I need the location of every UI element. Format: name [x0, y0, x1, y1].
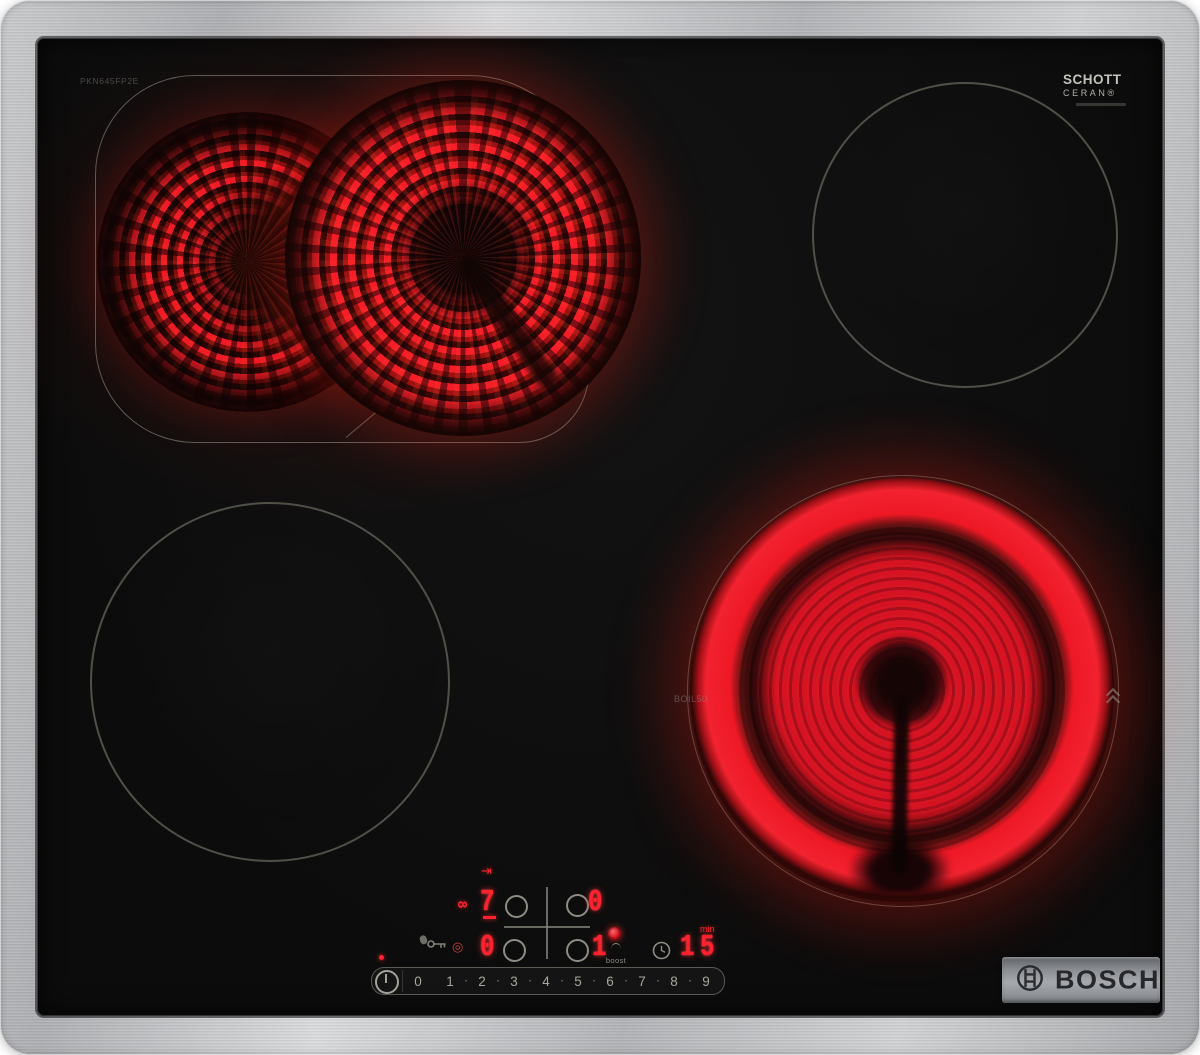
zone-selector-cross-horizontal — [504, 926, 590, 928]
key-lock-icon — [418, 934, 448, 955]
glass-brand-logo: SCHOTT CERAN® — [1063, 73, 1143, 106]
brand-badge: BOSCH — [1002, 957, 1160, 1003]
dual-zone-icon: 8 — [455, 900, 471, 909]
chevron-mark-icon — [1105, 687, 1121, 710]
surface-watermark: BOIL50 — [674, 694, 708, 704]
slider-level: 4 — [542, 974, 550, 989]
boost-arc-icon — [611, 943, 621, 949]
zone-outline-front-left — [90, 502, 450, 862]
boost-indicator-icon — [608, 927, 621, 940]
slider-level: 3 — [510, 974, 518, 989]
slider-dot: · — [560, 973, 564, 987]
dual-circuit-icon: ◎ — [452, 939, 464, 954]
display-rear-left: 7 — [480, 885, 495, 920]
model-number-print: PKN645FP2E — [80, 76, 139, 86]
slider-dot: · — [528, 973, 532, 987]
slider-dot: · — [688, 973, 692, 987]
display-rear-right: 0 — [588, 885, 603, 920]
slider-level: 6 — [606, 974, 614, 989]
extend-zone-icon: ⇥ — [481, 863, 492, 878]
timer-clock-icon — [652, 941, 671, 965]
brand-wordmark: BOSCH — [1055, 965, 1161, 994]
slider-level: 9 — [702, 974, 710, 989]
slider-dot: · — [496, 973, 500, 987]
display-front-left: 0 — [480, 930, 495, 965]
zone-outline-rear-right — [812, 82, 1118, 388]
slider-level: 1 — [446, 974, 454, 989]
schott-logo-text: SCHOTT — [1063, 72, 1122, 87]
product-photo-ceramic-hob: PKN645FP2E SCHOTT CERAN® BOIL50 7 0 0 1 … — [0, 0, 1200, 1055]
zone-select-pad-front-right — [566, 939, 589, 962]
timer-unit-label: min — [700, 924, 715, 934]
zone-select-pad-rear-right — [566, 894, 589, 917]
timer-display: 15 — [680, 930, 720, 965]
slider-level: 5 — [574, 974, 582, 989]
boost-control: boost — [596, 943, 636, 968]
slider-level: 7 — [638, 974, 646, 989]
slider-dot: · — [592, 973, 596, 987]
slider-dot: · — [464, 973, 468, 987]
slider-dot: · — [656, 973, 660, 987]
zone-select-pad-rear-left — [505, 895, 528, 918]
stainless-frame: PKN645FP2E SCHOTT CERAN® BOIL50 7 0 0 1 … — [0, 0, 1200, 1055]
zone-select-pad-front-left — [503, 939, 526, 962]
boost-label: boost — [605, 956, 627, 965]
indicator-dot — [379, 955, 384, 960]
slider-level: 8 — [670, 974, 678, 989]
heating-element-base-shadow — [850, 836, 950, 894]
slider-dot: · — [624, 973, 628, 987]
ceran-logo-text: CERAN® — [1063, 87, 1117, 98]
power-icon — [375, 970, 399, 994]
slider-level: 0 — [414, 974, 422, 989]
slider-separator — [402, 970, 403, 992]
bosch-emblem-icon — [1015, 963, 1045, 998]
selected-zone-underline — [483, 916, 496, 919]
fine-print-line — [1076, 102, 1126, 106]
slider-level: 2 — [478, 974, 486, 989]
zone-selector-cross-vertical — [546, 887, 548, 959]
power-level-slider: 0 1 · 2 · 3 · 4 · 5 · 6 · 7 · 8 · 9 — [371, 967, 725, 995]
